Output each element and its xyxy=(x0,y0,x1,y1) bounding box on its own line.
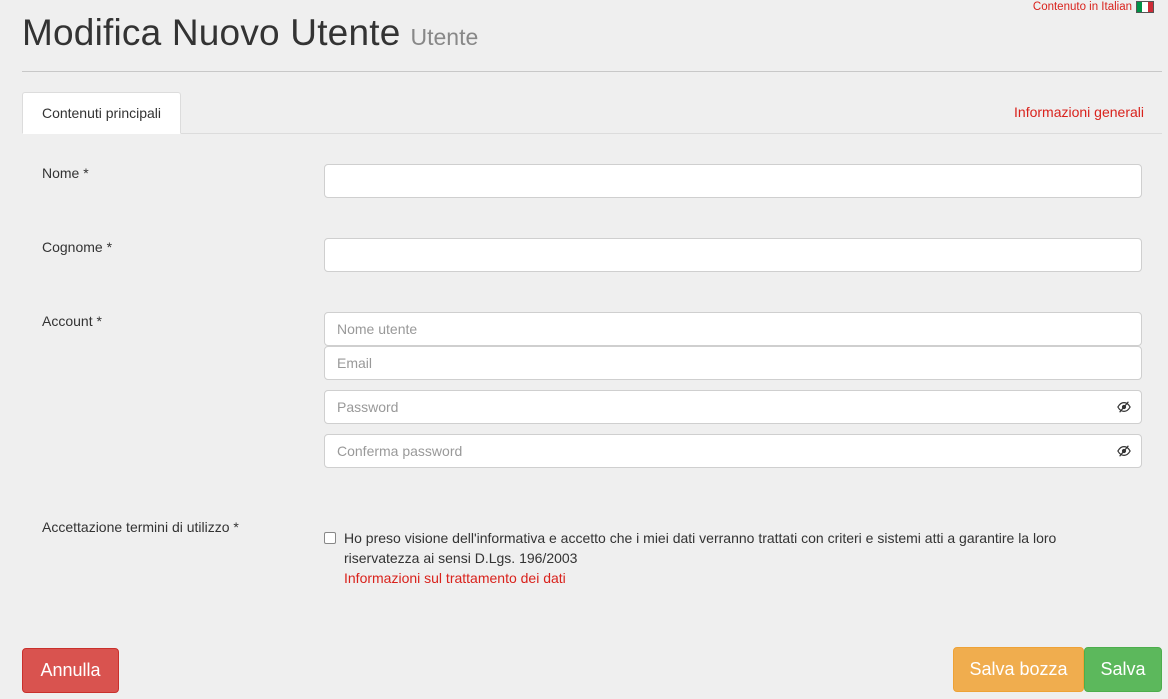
terms-checkbox[interactable] xyxy=(324,532,336,544)
username-input[interactable] xyxy=(337,313,1129,345)
nome-input[interactable] xyxy=(337,165,1129,197)
page-header: Modifica Nuovo Utente Utente xyxy=(22,12,478,54)
italian-flag-icon xyxy=(1136,1,1154,13)
terms-text-block: Ho preso visione dell'informativa e acce… xyxy=(344,528,1124,588)
nome-field-wrapper xyxy=(324,164,1142,198)
eye-slash-icon[interactable] xyxy=(1117,400,1131,414)
email-input[interactable] xyxy=(337,347,1129,379)
cancel-button[interactable]: Annulla xyxy=(22,648,119,693)
page-title: Modifica Nuovo Utente xyxy=(22,12,401,53)
page-subtitle: Utente xyxy=(410,24,479,50)
save-draft-button[interactable]: Salva bozza xyxy=(953,647,1084,692)
account-label: Account * xyxy=(42,313,102,329)
save-button[interactable]: Salva xyxy=(1084,647,1162,692)
terms-text: Ho preso visione dell'informativa e acce… xyxy=(344,530,1057,566)
password-input[interactable] xyxy=(337,391,1129,423)
cognome-input[interactable] xyxy=(337,239,1129,271)
privacy-info-link[interactable]: Informazioni sul trattamento dei dati xyxy=(344,568,1124,588)
username-field-wrapper xyxy=(324,312,1142,346)
cognome-label: Cognome * xyxy=(42,239,113,255)
tabs-bar: Contenuti principali Informazioni genera… xyxy=(22,92,1162,134)
nome-label: Nome * xyxy=(42,165,89,181)
tab-informazioni-generali[interactable]: Informazioni generali xyxy=(1014,104,1144,120)
content-language-text: Contenuto in Italian xyxy=(1032,1,1132,13)
cognome-field-wrapper xyxy=(324,238,1142,272)
confirm-password-input[interactable] xyxy=(337,435,1129,467)
tab-contenuti-principali[interactable]: Contenuti principali xyxy=(22,92,181,134)
eye-slash-icon[interactable] xyxy=(1117,444,1131,458)
content-language-note: Contenuto in Italian xyxy=(1033,1,1154,13)
password-field-wrapper xyxy=(324,390,1142,424)
email-field-wrapper xyxy=(324,346,1142,380)
confirm-password-field-wrapper xyxy=(324,434,1142,468)
header-divider xyxy=(22,71,1162,72)
terms-label: Accettazione termini di utilizzo * xyxy=(42,519,239,535)
